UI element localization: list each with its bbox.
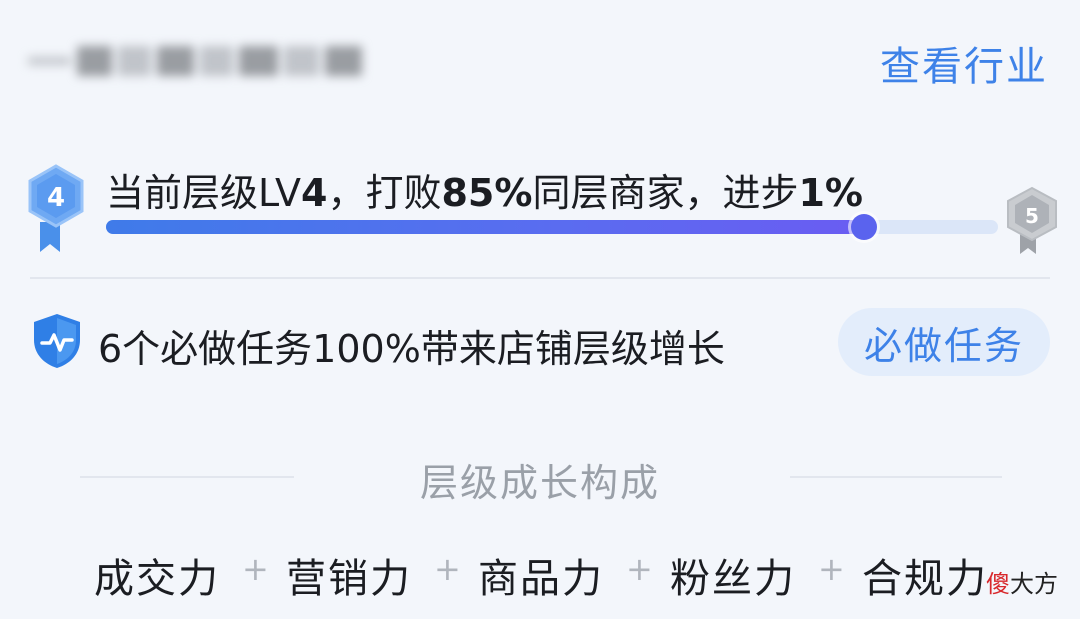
view-industry-link[interactable]: 查看行业 [880,34,1048,92]
plus-separator: + [818,550,845,588]
factor-product: 商品力 [478,556,604,602]
divider [30,277,1050,279]
level-progress-knob [851,214,878,240]
growth-section-header: 层级成长构成 [0,446,1080,506]
plus-separator: + [626,550,653,588]
level-progress-bar [106,214,998,240]
shield-pulse-icon [34,314,80,368]
factor-transaction: 成交力 [94,556,220,602]
plus-separator: + [242,550,269,588]
factor-compliance: 合规力 [862,556,988,602]
growth-factors: 成交力 + 营销力 + 商品力 + 粉丝力 + 合规力 [0,538,1080,608]
factor-fans: 粉丝力 [670,556,796,602]
required-tasks-text: 6个必做任务100%带来店铺层级增长 [98,327,725,371]
header: 查看行业 [0,0,1080,130]
level-progress-fill [106,220,865,234]
section-title: 层级成长构成 [419,461,660,505]
current-level-number: 4 [47,183,65,213]
level-progress-section: 4 当前层级LV4，打败85%同层商家，进步1% 5 [0,150,1080,260]
section-line-right [790,476,1002,478]
plus-separator: + [434,550,461,588]
store-name-blurred [28,38,368,84]
level-5-badge-icon: 5 [1007,186,1057,254]
level-summary-text: 当前层级LV4，打败85%同层商家，进步1% [106,171,863,215]
factor-marketing: 营销力 [286,556,412,602]
required-tasks-button[interactable]: 必做任务 [838,308,1050,376]
level-4-badge-icon: 4 [28,164,84,252]
watermark: 傻大方 [986,570,1058,598]
next-level-number: 5 [1025,204,1039,228]
required-tasks-row: 6个必做任务100%带来店铺层级增长 必做任务 [0,300,1080,386]
